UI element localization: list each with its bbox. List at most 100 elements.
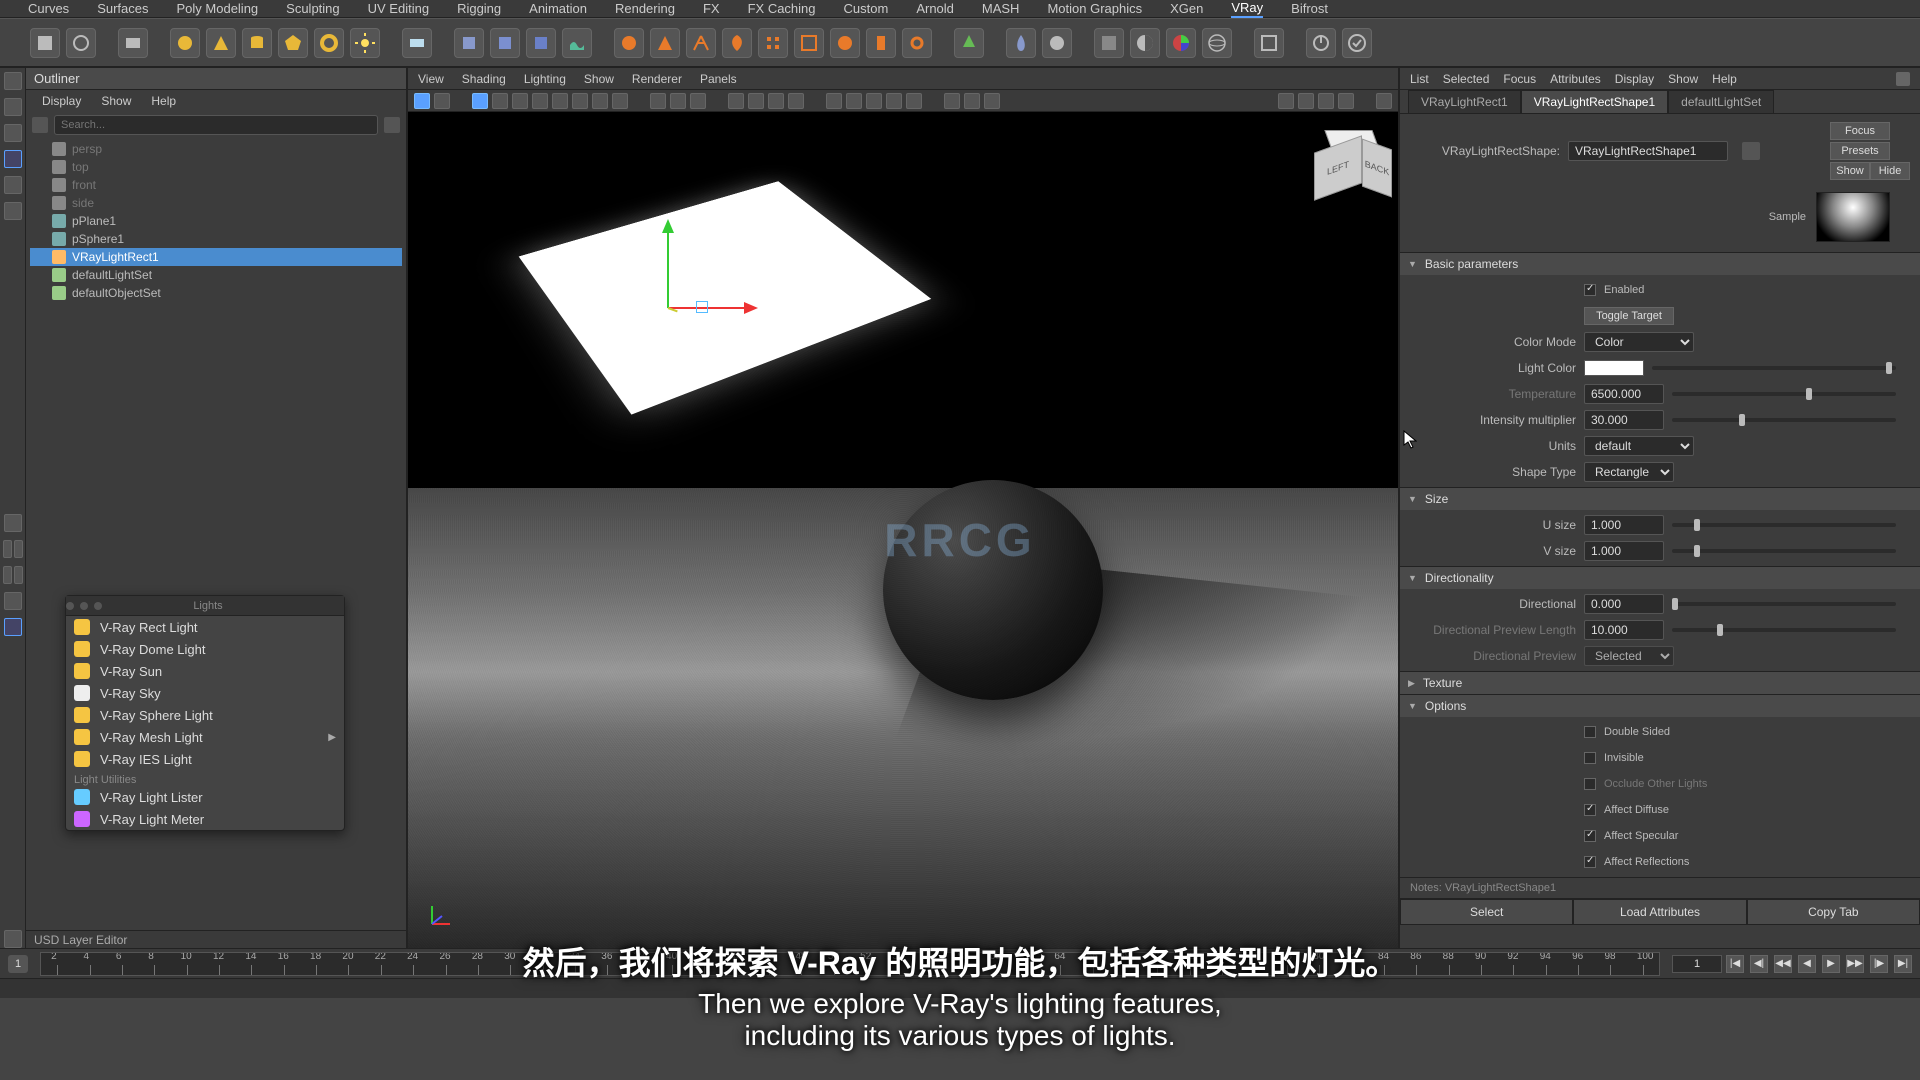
section-directionality[interactable]: ▼Directionality bbox=[1400, 567, 1920, 589]
shelf-btn-prim-cylinder[interactable] bbox=[242, 28, 272, 58]
module-arnold[interactable]: Arnold bbox=[916, 1, 954, 16]
module-surfaces[interactable]: Surfaces bbox=[97, 1, 148, 16]
vp-tool-1[interactable] bbox=[414, 93, 430, 109]
usize-field[interactable] bbox=[1584, 515, 1664, 535]
vp-tool-25[interactable] bbox=[984, 93, 1000, 109]
start-frame[interactable]: 1 bbox=[8, 955, 28, 973]
shelf-btn-check-icon[interactable] bbox=[1342, 28, 1372, 58]
current-frame-field[interactable] bbox=[1672, 955, 1722, 973]
attr-menu-attributes[interactable]: Attributes bbox=[1550, 72, 1601, 86]
layout-e[interactable] bbox=[4, 592, 22, 610]
toggle-target-button[interactable]: Toggle Target bbox=[1584, 307, 1674, 325]
module-rendering[interactable]: Rendering bbox=[615, 1, 675, 16]
vp-tool-17[interactable] bbox=[788, 93, 804, 109]
section-options[interactable]: ▼Options bbox=[1400, 695, 1920, 717]
go-start-button[interactable]: |◀ bbox=[1726, 955, 1744, 973]
outliner-menu-show[interactable]: Show bbox=[101, 94, 131, 108]
directional-slider[interactable] bbox=[1672, 602, 1896, 606]
light-option-v-ray-ies-light[interactable]: V-Ray IES Light bbox=[66, 748, 344, 770]
hide-button[interactable]: Hide bbox=[1870, 162, 1910, 180]
shelf-btn-quad[interactable] bbox=[1166, 28, 1196, 58]
shelf-btn-power-icon[interactable] bbox=[1306, 28, 1336, 58]
next-key-button[interactable]: ▶▶ bbox=[1846, 955, 1864, 973]
shelf-btn-orange4[interactable] bbox=[722, 28, 752, 58]
viewport-menu-lighting[interactable]: Lighting bbox=[524, 72, 566, 86]
shelf-btn-prim-sphere[interactable] bbox=[170, 28, 200, 58]
shelf-btn-gear-icon[interactable] bbox=[902, 28, 932, 58]
vp-tool-22[interactable] bbox=[906, 93, 922, 109]
outliner-search[interactable] bbox=[54, 115, 378, 135]
shelf-bar[interactable] bbox=[0, 18, 1920, 68]
module-motion-graphics[interactable]: Motion Graphics bbox=[1047, 1, 1142, 16]
usize-slider[interactable] bbox=[1672, 523, 1896, 527]
play-fwd-button[interactable]: ▶ bbox=[1822, 955, 1840, 973]
shelf-btn-fluid[interactable] bbox=[562, 28, 592, 58]
pin-icon[interactable] bbox=[1896, 72, 1910, 86]
attr-tab-1[interactable]: VRayLightRectShape1 bbox=[1521, 90, 1668, 113]
layout-d[interactable] bbox=[14, 566, 23, 584]
vp-tool-18[interactable] bbox=[826, 93, 842, 109]
shelf-btn-reload[interactable] bbox=[66, 28, 96, 58]
viewport-menu-view[interactable]: View bbox=[418, 72, 444, 86]
vp-tool-27[interactable] bbox=[1298, 93, 1314, 109]
outliner-item-front[interactable]: front bbox=[30, 176, 402, 194]
attr-tabs[interactable]: VRayLightRect1VRayLightRectShape1default… bbox=[1400, 90, 1920, 114]
vp-tool-20[interactable] bbox=[866, 93, 882, 109]
time-ruler[interactable] bbox=[40, 952, 1660, 976]
paint-tool[interactable] bbox=[4, 124, 22, 142]
light-option-v-ray-mesh-light[interactable]: V-Ray Mesh Light▶ bbox=[66, 726, 344, 748]
vp-tool-14[interactable] bbox=[728, 93, 744, 109]
attr-menu-selected[interactable]: Selected bbox=[1443, 72, 1490, 86]
vp-tool-12[interactable] bbox=[670, 93, 686, 109]
layout-b[interactable] bbox=[14, 540, 23, 558]
select-button[interactable]: Select bbox=[1400, 899, 1573, 925]
shelf-btn-half[interactable] bbox=[1130, 28, 1160, 58]
vp-tool-19[interactable] bbox=[846, 93, 862, 109]
vp-tool-23[interactable] bbox=[944, 93, 960, 109]
viewport-menu-shading[interactable]: Shading bbox=[462, 72, 506, 86]
load-attributes-button[interactable]: Load Attributes bbox=[1573, 899, 1746, 925]
attr-menu-focus[interactable]: Focus bbox=[1503, 72, 1536, 86]
shelf-btn-render[interactable] bbox=[1094, 28, 1124, 58]
affect-reflections-checkbox[interactable] bbox=[1584, 856, 1596, 868]
go-end-button[interactable]: ▶| bbox=[1894, 955, 1912, 973]
layout-a[interactable] bbox=[3, 540, 12, 558]
module-fx-caching[interactable]: FX Caching bbox=[748, 1, 816, 16]
select-tool[interactable] bbox=[4, 72, 22, 90]
module-sculpting[interactable]: Sculpting bbox=[286, 1, 339, 16]
vp-tool-5[interactable] bbox=[512, 93, 528, 109]
usd-layer-header[interactable]: USD Layer Editor bbox=[26, 930, 406, 948]
module-poly-modeling[interactable]: Poly Modeling bbox=[177, 1, 259, 16]
intensity-slider[interactable] bbox=[1672, 418, 1896, 422]
shelf-btn-orange3[interactable] bbox=[686, 28, 716, 58]
vp-tool-9[interactable] bbox=[592, 93, 608, 109]
shelf-btn-cube3[interactable] bbox=[526, 28, 556, 58]
vp-tool-13[interactable] bbox=[690, 93, 706, 109]
double-sided-checkbox[interactable] bbox=[1584, 726, 1596, 738]
shelf-btn-file[interactable] bbox=[30, 28, 60, 58]
vp-tool-8[interactable] bbox=[572, 93, 588, 109]
attr-menu-list[interactable]: List bbox=[1410, 72, 1429, 86]
shelf-btn-prim-torus[interactable] bbox=[314, 28, 344, 58]
light-option-v-ray-sphere-light[interactable]: V-Ray Sphere Light bbox=[66, 704, 344, 726]
vp-tool-21[interactable] bbox=[886, 93, 902, 109]
shelf-btn-cube2[interactable] bbox=[490, 28, 520, 58]
vsize-field[interactable] bbox=[1584, 541, 1664, 561]
enabled-checkbox[interactable] bbox=[1584, 284, 1596, 296]
vp-tool-29[interactable] bbox=[1338, 93, 1354, 109]
attr-menu[interactable]: ListSelectedFocusAttributesDisplayShowHe… bbox=[1400, 68, 1920, 90]
step-back-button[interactable]: ◀| bbox=[1750, 955, 1768, 973]
light-option-v-ray-rect-light[interactable]: V-Ray Rect Light bbox=[66, 616, 344, 638]
vp-tool-11[interactable] bbox=[650, 93, 666, 109]
attr-menu-show[interactable]: Show bbox=[1668, 72, 1698, 86]
shelf-btn-orange7[interactable] bbox=[830, 28, 860, 58]
vp-tool-3[interactable] bbox=[472, 93, 488, 109]
shelf-btn-drop-icon[interactable] bbox=[1006, 28, 1036, 58]
vp-tool-6[interactable] bbox=[532, 93, 548, 109]
outliner-menu[interactable]: DisplayShowHelp bbox=[26, 90, 406, 112]
light-option-v-ray-sky[interactable]: V-Ray Sky bbox=[66, 682, 344, 704]
toolbox[interactable] bbox=[0, 68, 26, 948]
shelf-btn-orange1[interactable] bbox=[614, 28, 644, 58]
outliner-item-defaultObjectSet[interactable]: defaultObjectSet bbox=[30, 284, 402, 302]
light-option-v-ray-dome-light[interactable]: V-Ray Dome Light bbox=[66, 638, 344, 660]
